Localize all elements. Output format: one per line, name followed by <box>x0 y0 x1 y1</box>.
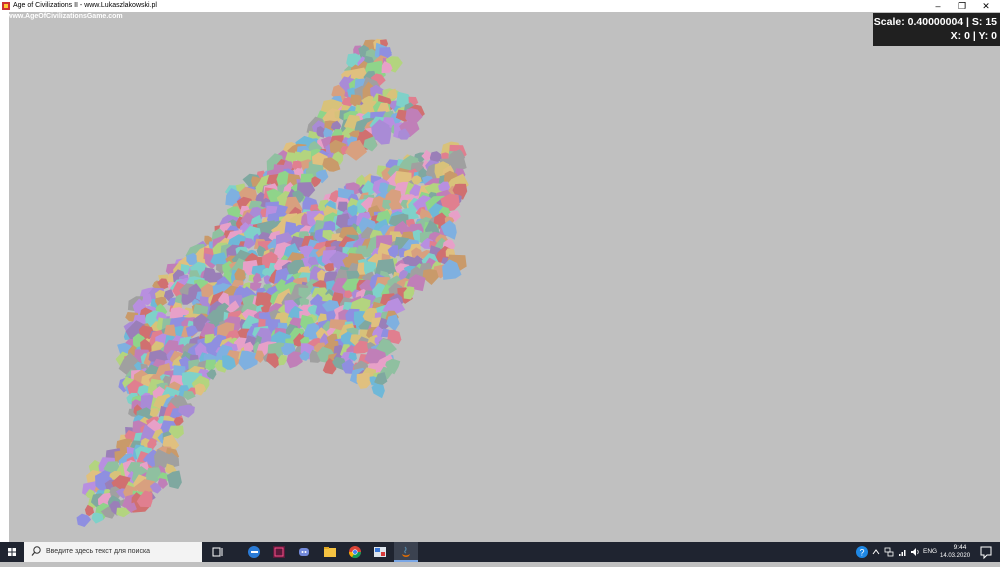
search-icon <box>31 546 41 556</box>
province[interactable] <box>356 372 372 389</box>
province[interactable] <box>238 350 259 371</box>
hud-coordinates: X: 0 | Y: 0 <box>950 30 997 42</box>
edge-button[interactable] <box>242 542 266 562</box>
clock-time: 9:44 <box>953 544 967 551</box>
chrome-button[interactable] <box>343 542 367 562</box>
file-explorer-button[interactable] <box>318 542 342 562</box>
java-icon <box>402 546 410 557</box>
hud-panel: Scale: 0.40000004 | S: 15 X: 0 | Y: 0 <box>873 13 1000 46</box>
task-view-button[interactable] <box>206 542 230 562</box>
volume-icon[interactable] <box>910 547 921 557</box>
svg-text:?: ? <box>859 548 864 558</box>
search-placeholder: Введите здесь текст для поиска <box>46 548 151 555</box>
language-indicator[interactable]: ENG <box>923 542 937 562</box>
task-view-icon <box>212 547 223 557</box>
paint-icon <box>374 547 386 557</box>
chevron-up-icon[interactable] <box>872 548 880 556</box>
discord-button[interactable] <box>292 542 316 562</box>
notifications-button[interactable] <box>976 542 996 562</box>
province[interactable] <box>422 269 439 285</box>
taskbar: Введите здесь текст для поиска ? ENG 9:4… <box>0 542 1000 562</box>
province[interactable] <box>91 512 104 524</box>
province[interactable] <box>371 383 385 399</box>
network-status-icon[interactable] <box>884 547 894 557</box>
windows-icon <box>8 548 16 556</box>
start-button[interactable] <box>0 542 24 562</box>
java-button[interactable] <box>394 542 418 562</box>
chrome-icon <box>349 546 361 559</box>
clock-date: 14.03.2020 <box>940 553 971 559</box>
winrar-icon <box>273 546 285 558</box>
discord-icon <box>299 548 309 556</box>
edge-icon <box>248 546 260 558</box>
website-label: www.AgeOfCivilizationsGame.com <box>7 13 123 20</box>
hud-scale: Scale: 0.40000004 | S: 15 <box>873 16 997 28</box>
province[interactable] <box>205 359 216 372</box>
search-input[interactable]: Введите здесь текст для поиска <box>24 542 202 562</box>
winrar-button[interactable] <box>267 542 291 562</box>
wifi-icon[interactable] <box>898 547 908 557</box>
notification-icon <box>980 546 992 560</box>
map-provinces[interactable] <box>0 0 1000 562</box>
paint-button[interactable] <box>368 542 392 562</box>
help-icon[interactable]: ? <box>855 545 869 559</box>
file-explorer-icon <box>324 547 336 557</box>
